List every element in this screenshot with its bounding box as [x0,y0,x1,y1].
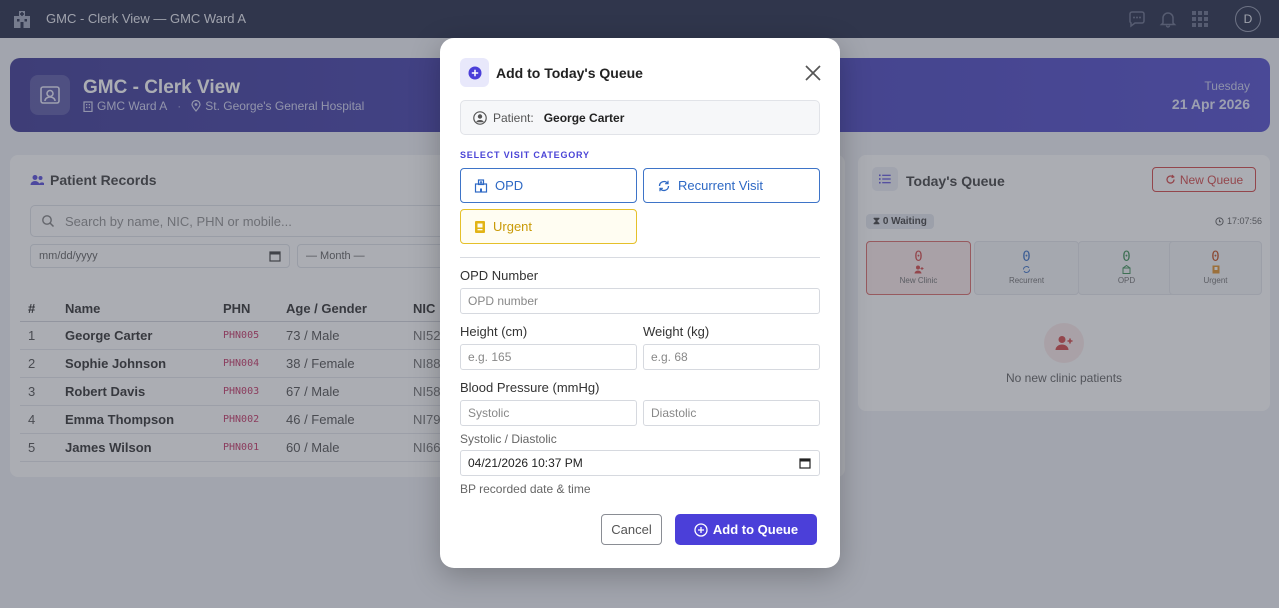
weight-label: Weight (kg) [643,324,710,339]
height-placeholder: e.g. 165 [468,350,512,364]
systolic-placeholder: Systolic [468,406,510,420]
patient-info-box: Patient: George Carter [460,100,820,135]
cancel-button[interactable]: Cancel [601,514,662,545]
category-urgent-label: Urgent [493,219,533,234]
blood-pressure-label: Blood Pressure (mmHg) [460,380,600,395]
category-urgent-button[interactable]: Urgent [460,209,637,244]
close-icon[interactable] [803,63,823,83]
bp-datetime-input[interactable]: 04/21/2026 10:37 PM [460,450,820,476]
urgent-badge-icon [475,220,485,233]
modal-title: Add to Today's Queue [496,65,643,81]
diastolic-input[interactable]: Diastolic [643,400,820,426]
weight-placeholder: e.g. 68 [651,350,688,364]
hospital-icon [474,178,488,193]
weight-input[interactable]: e.g. 68 [643,344,820,370]
opd-number-label: OPD Number [460,268,539,283]
category-opd-label: OPD [495,178,524,193]
category-opd-button[interactable]: OPD [460,168,637,203]
systolic-input[interactable]: Systolic [460,400,637,426]
datetime-helper-text: BP recorded date & time [460,482,591,496]
opd-number-placeholder: OPD number [468,294,539,308]
user-circle-icon [473,110,487,125]
bp-datetime-value: 04/21/2026 10:37 PM [468,456,583,470]
add-to-queue-modal: Add to Today's Queue Patient: George Car… [440,38,840,568]
patient-label: Patient: [493,110,534,125]
add-to-queue-label: Add to Queue [712,522,799,537]
recurrent-arrows-icon [658,180,670,191]
bp-helper-text: Systolic / Diastolic [460,432,557,446]
divider [460,257,820,258]
plus-circle-icon [460,58,489,87]
patient-name: George Carter [543,110,625,125]
diastolic-placeholder: Diastolic [651,406,697,420]
height-label: Height (cm) [460,324,528,339]
visit-category-label: SELECT VISIT CATEGORY [460,150,590,160]
height-input[interactable]: e.g. 165 [460,344,637,370]
plus-circle-icon [694,522,708,537]
opd-number-input[interactable]: OPD number [460,288,820,314]
category-recurrent-button[interactable]: Recurrent Visit [643,168,820,203]
calendar-icon[interactable] [799,457,811,469]
category-recurrent-label: Recurrent Visit [678,178,764,193]
add-to-queue-button[interactable]: Add to Queue [675,514,817,545]
